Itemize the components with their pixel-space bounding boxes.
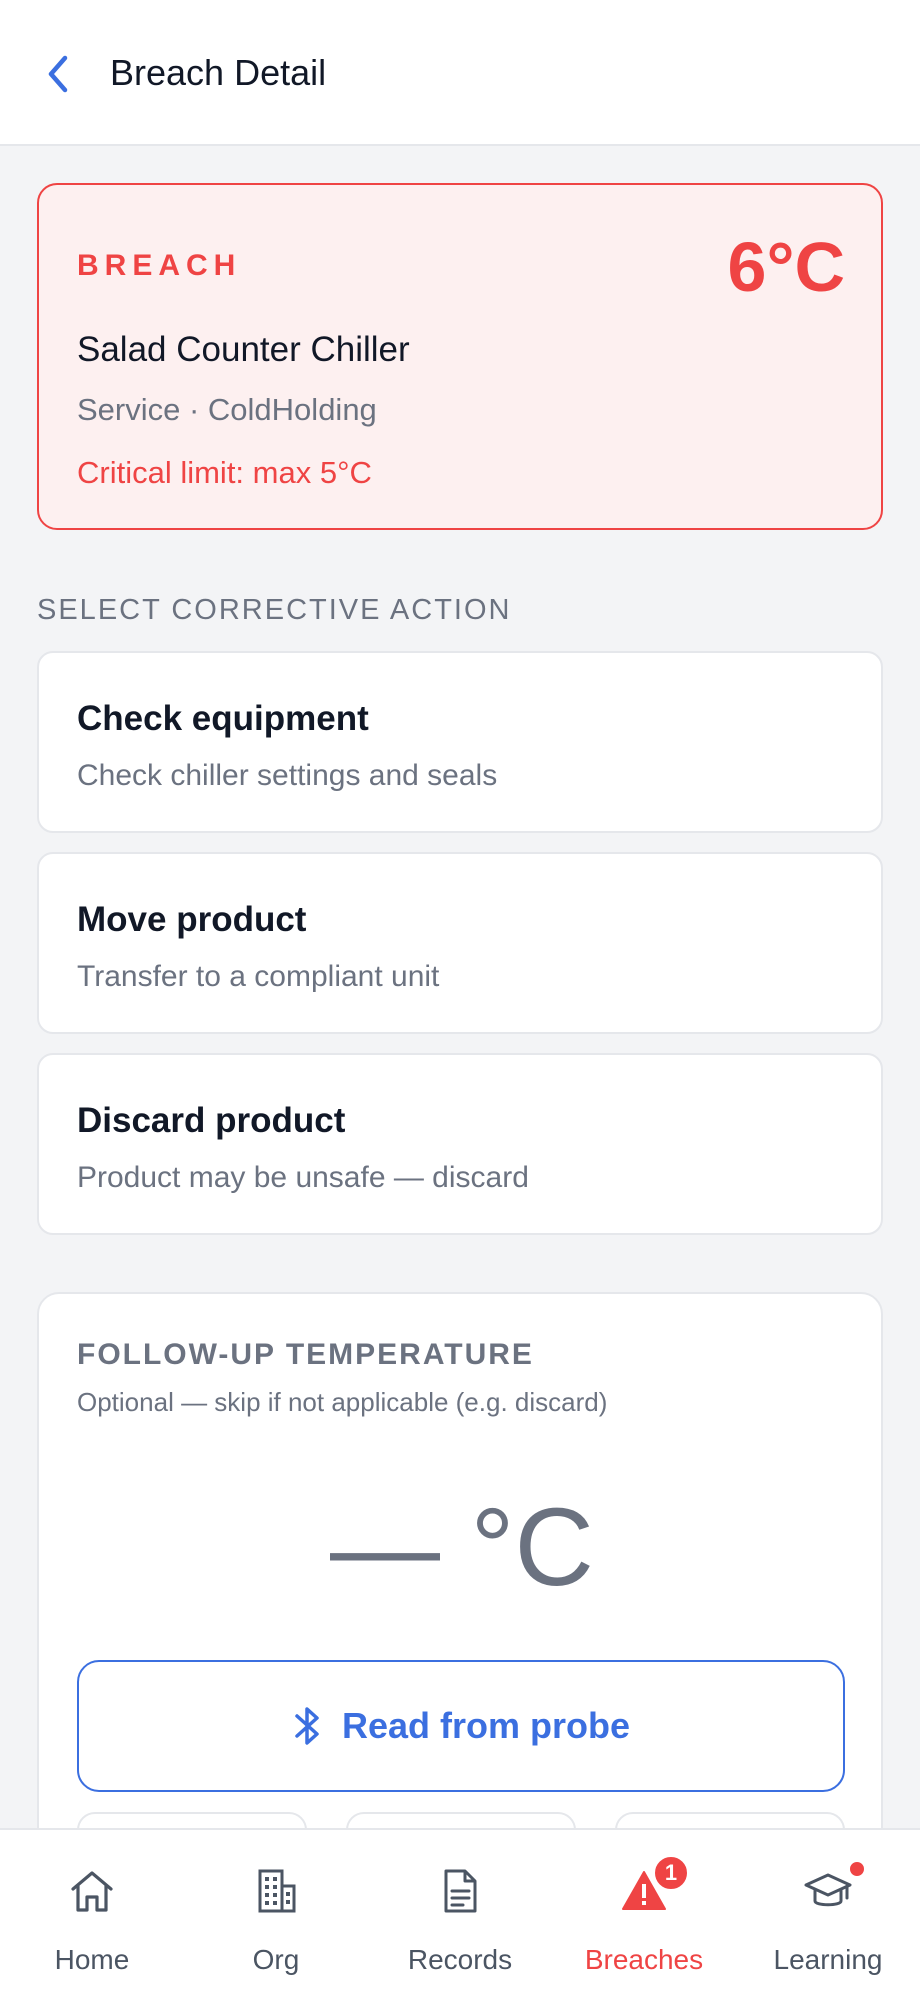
app-header: Breach Detail	[0, 0, 920, 146]
followup-subtitle: Optional — skip if not applicable (e.g. …	[77, 1387, 608, 1417]
nav-item-records[interactable]: Records	[368, 1830, 552, 2000]
action-description: Check chiller settings and seals	[77, 759, 498, 792]
nav-label: Records	[407, 1944, 513, 1975]
nav-item-home[interactable]: Home	[0, 1830, 184, 2000]
page-title: Breach Detail	[110, 52, 327, 93]
nav-label: Breaches	[584, 1944, 704, 1975]
read-from-probe-button[interactable]: Read from probe	[77, 1660, 845, 1792]
breach-temperature: 6°C	[727, 228, 845, 306]
action-check-equipment[interactable]: Check equipment Check chiller settings a…	[37, 651, 883, 833]
chevron-left-icon	[48, 55, 68, 93]
unit-name: Salad Counter Chiller	[77, 330, 410, 369]
action-title: Move product	[77, 900, 307, 939]
breach-summary-card: BREACH 6°C Salad Counter Chiller Service…	[37, 183, 883, 530]
action-title: Check equipment	[77, 699, 369, 738]
nav-label: Home	[54, 1944, 130, 1975]
action-discard-product[interactable]: Discard product Product may be unsafe — …	[37, 1053, 883, 1235]
document-icon	[444, 1869, 477, 1913]
back-button[interactable]	[38, 50, 78, 98]
breach-tag: BREACH	[77, 249, 242, 282]
building-icon	[258, 1869, 296, 1913]
graduation-cap-icon	[804, 1873, 852, 1907]
notification-dot	[848, 1860, 866, 1878]
action-description: Transfer to a compliant unit	[77, 960, 440, 993]
read-from-probe-label: Read from probe	[341, 1705, 631, 1746]
critical-limit: Critical limit: max 5°C	[77, 455, 372, 490]
corrective-action-section-label: SELECT CORRECTIVE ACTION	[37, 594, 512, 626]
action-description: Product may be unsafe — discard	[77, 1161, 529, 1194]
nav-label: Org	[252, 1944, 300, 1975]
nav-item-learning[interactable]: Learning	[736, 1830, 920, 2000]
action-move-product[interactable]: Move product Transfer to a compliant uni…	[37, 852, 883, 1034]
unit-meta: Service · ColdHolding	[77, 392, 377, 427]
nav-label: Learning	[773, 1944, 883, 1975]
followup-temperature-display[interactable]: — °C	[39, 1484, 885, 1611]
bottom-nav: Home Org Records 1 Breaches Learning	[0, 1828, 920, 2000]
followup-title: FOLLOW-UP TEMPERATURE	[77, 1338, 534, 1371]
breach-count-badge: 1	[652, 1854, 690, 1892]
nav-item-breaches[interactable]: 1 Breaches	[552, 1830, 736, 2000]
home-icon	[71, 1871, 113, 1912]
bluetooth-icon	[295, 1707, 319, 1745]
action-title: Discard product	[77, 1101, 346, 1140]
nav-item-org[interactable]: Org	[184, 1830, 368, 2000]
